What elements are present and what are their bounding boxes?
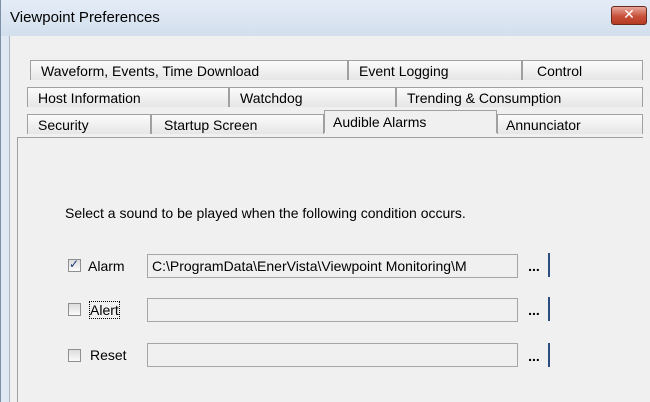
tab-label: Startup Screen [164,117,258,133]
alert-checkbox[interactable] [68,303,81,316]
reset-browse-button[interactable]: ... [525,342,543,366]
tab-watchdog[interactable]: Watchdog [229,87,396,107]
alarm-browse-edge [548,253,550,277]
tab-waveform-events-time-download[interactable]: Waveform, Events, Time Download [30,60,348,80]
alarm-sound-path: C:\ProgramData\EnerVista\Viewpoint Monit… [152,258,467,274]
alert-sound-path-field[interactable] [147,298,518,322]
title-bar[interactable]: Viewpoint Preferences ✕ [1,0,650,36]
window-title: Viewpoint Preferences [10,9,160,26]
tab-label: Annunciator [506,117,581,133]
tab-label: Control [537,63,583,79]
tab-security[interactable]: Security [27,114,151,134]
tab-label: Security [38,117,89,133]
alert-browse-edge [548,297,550,321]
tab-trending-consumption[interactable]: Trending & Consumption [396,87,643,107]
instruction-text: Select a sound to be played when the fol… [65,205,466,221]
tab-control[interactable]: Control [522,60,643,80]
preferences-window: Viewpoint Preferences ✕ Waveform, Events… [0,0,650,402]
tab-label: Host Information [38,90,141,106]
reset-browse-edge [548,343,550,367]
tab-annunciator[interactable]: Annunciator [497,114,643,134]
close-icon: ✕ [623,7,635,23]
tab-label: Waveform, Events, Time Download [41,63,260,79]
alarm-checkbox[interactable]: ✓ [68,257,81,272]
reset-sound-path-field[interactable] [147,343,518,367]
tab-startup-screen[interactable]: Startup Screen [151,114,324,134]
tab-event-logging[interactable]: Event Logging [348,60,522,80]
reset-label: Reset [90,347,127,363]
tab-label: Event Logging [359,63,449,79]
alert-browse-button[interactable]: ... [525,296,543,320]
alert-label: Alert [89,301,120,319]
tab-label: Audible Alarms [333,114,427,130]
tab-label: Trending & Consumption [407,90,562,106]
tab-label: Watchdog [240,90,303,106]
reset-checkbox[interactable] [68,349,81,362]
tab-audible-alarms[interactable]: Audible Alarms [324,110,497,133]
tab-host-information[interactable]: Host Information [27,87,229,107]
alarm-browse-button[interactable]: ... [525,252,543,276]
check-icon: ✓ [69,257,80,271]
alarm-label: Alarm [88,258,125,274]
alarm-sound-path-field[interactable]: C:\ProgramData\EnerVista\Viewpoint Monit… [147,254,518,278]
close-button[interactable]: ✕ [611,6,647,25]
